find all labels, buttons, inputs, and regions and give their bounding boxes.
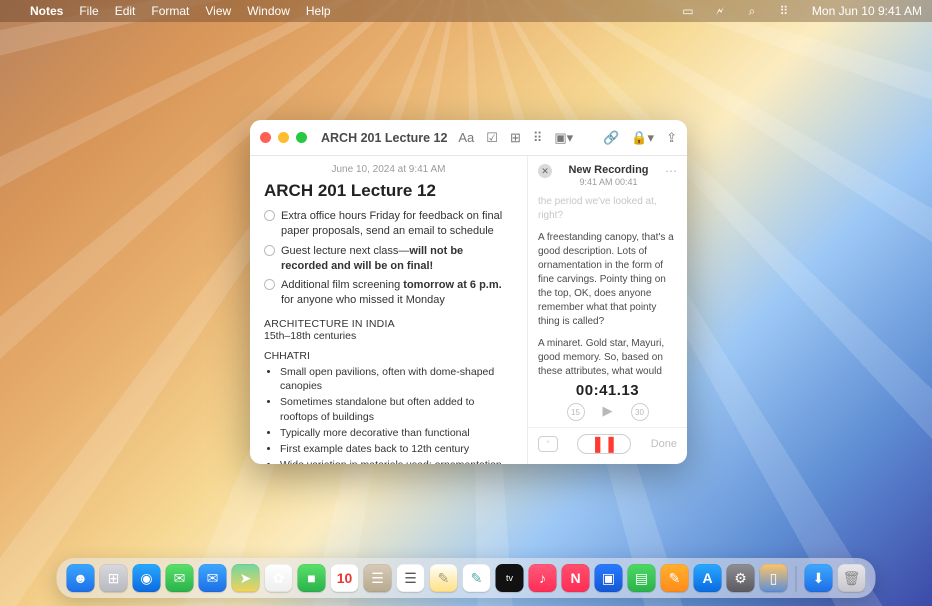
dock-trash[interactable]: 🗑 — [838, 564, 866, 592]
done-button[interactable]: Done — [651, 438, 677, 450]
window-close-button[interactable] — [260, 132, 271, 143]
control-center-icon[interactable]: ⠿ — [776, 4, 792, 18]
dock-downloads[interactable]: ⬇ — [805, 564, 833, 592]
checklist: Extra office hours Friday for feedback o… — [264, 209, 513, 308]
dock: ☻⊞◉✉✉➤✿■10☰☰✎✎tv♪N▣▤✎A⚙▯⬇🗑 — [57, 558, 876, 598]
checklist-item[interactable]: Extra office hours Friday for feedback o… — [264, 209, 513, 239]
share-button[interactable]: ⇪ — [666, 130, 677, 146]
menu-view[interactable]: View — [205, 4, 231, 18]
battery-icon[interactable]: ▭ — [680, 4, 696, 18]
dock-contacts[interactable]: ☰ — [364, 564, 392, 592]
toolbar: Aa ☑ ⊞ ⠿ ▣▾ 🔗 🔒▾ ⇪ — [458, 130, 677, 146]
list-item: Typically more decorative than functiona… — [280, 426, 513, 440]
menubar: Notes File Edit Format View Window Help … — [0, 0, 932, 22]
dock-freeform[interactable]: ✎ — [463, 564, 491, 592]
dock-music[interactable]: ♪ — [529, 564, 557, 592]
checklist-button[interactable]: ☑ — [486, 130, 498, 146]
section-heading: ARCHITECTURE IN INDIA — [264, 318, 513, 330]
pause-recording-button[interactable]: ❚❚ — [577, 434, 631, 454]
dock-photos[interactable]: ✿ — [265, 564, 293, 592]
dock-mail[interactable]: ✉ — [199, 564, 227, 592]
list-item: Small open pavilions, often with dome-sh… — [280, 365, 513, 393]
close-panel-button[interactable]: ✕ — [538, 164, 552, 178]
transcript-line: the period we've looked at, right? — [538, 195, 677, 223]
recording-title: New Recording — [558, 164, 659, 176]
list-item: First example dates back to 12th century — [280, 442, 513, 456]
window-zoom-button[interactable] — [296, 132, 307, 143]
play-button[interactable]: ▶ — [603, 403, 613, 421]
transcript-quote-button[interactable]: “ — [538, 436, 558, 452]
dock-notes[interactable]: ✎ — [430, 564, 458, 592]
dock-finder[interactable]: ☻ — [67, 564, 95, 592]
format-text-button[interactable]: Aa — [458, 130, 474, 146]
dock-messages[interactable]: ✉ — [166, 564, 194, 592]
more-options-button[interactable]: ⋯ — [665, 164, 677, 178]
checklist-item[interactable]: Guest lecture next class—will not be rec… — [264, 244, 513, 274]
menu-edit[interactable]: Edit — [115, 4, 136, 18]
dock-news[interactable]: N — [562, 564, 590, 592]
window-minimize-button[interactable] — [278, 132, 289, 143]
dock-launchpad[interactable]: ⊞ — [100, 564, 128, 592]
transcript: the period we've looked at, right? A fre… — [528, 191, 687, 378]
list-item: Sometimes standalone but often added to … — [280, 395, 513, 423]
spotlight-icon[interactable]: ⌕ — [744, 4, 760, 19]
audio-button[interactable]: ⠿ — [533, 130, 543, 146]
list-item: Wide variation in materials used; orname… — [280, 458, 513, 464]
bullet-list: Small open pavilions, often with dome-sh… — [264, 365, 513, 464]
table-button[interactable]: ⊞ — [510, 130, 521, 146]
dock-tv[interactable]: tv — [496, 564, 524, 592]
menu-format[interactable]: Format — [151, 4, 189, 18]
note-heading: ARCH 201 Lecture 12 — [264, 181, 513, 201]
note-body[interactable]: June 10, 2024 at 9:41 AM ARCH 201 Lectur… — [250, 156, 527, 464]
dock-maps[interactable]: ➤ — [232, 564, 260, 592]
section-subtitle: 15th–18th centuries — [264, 330, 513, 342]
checkbox-icon[interactable] — [264, 245, 275, 256]
titlebar: ARCH 201 Lecture 12 Aa ☑ ⊞ ⠿ ▣▾ 🔗 🔒▾ ⇪ — [250, 120, 687, 156]
menu-help[interactable]: Help — [306, 4, 331, 18]
dock-safari[interactable]: ◉ — [133, 564, 161, 592]
dock-separator — [796, 566, 797, 592]
wifi-icon[interactable]: 🗲 — [712, 4, 728, 19]
notes-window: ARCH 201 Lecture 12 Aa ☑ ⊞ ⠿ ▣▾ 🔗 🔒▾ ⇪ J… — [250, 120, 687, 464]
note-date: June 10, 2024 at 9:41 AM — [264, 164, 513, 175]
skip-back-button[interactable]: 15 — [567, 403, 585, 421]
subsection-heading: CHHATRI — [264, 350, 513, 362]
recording-timer: 00:41.13 — [528, 378, 687, 403]
lock-button[interactable]: 🔒▾ — [631, 130, 654, 146]
media-button[interactable]: ▣▾ — [554, 130, 573, 146]
dock-calendar[interactable]: 10 — [331, 564, 359, 592]
link-button[interactable]: 🔗 — [603, 130, 619, 146]
skip-forward-button[interactable]: 30 — [631, 403, 649, 421]
dock-appstore[interactable]: A — [694, 564, 722, 592]
recording-panel: ✕ New Recording 9:41 AM 00:41 ⋯ the peri… — [527, 156, 687, 464]
dock-pages[interactable]: ✎ — [661, 564, 689, 592]
dock-keynote[interactable]: ▣ — [595, 564, 623, 592]
menu-window[interactable]: Window — [247, 4, 290, 18]
menu-file[interactable]: File — [79, 4, 98, 18]
menubar-clock[interactable]: Mon Jun 10 9:41 AM — [812, 4, 922, 18]
recording-subtitle: 9:41 AM 00:41 — [558, 177, 659, 187]
menu-app-name[interactable]: Notes — [30, 4, 63, 18]
checklist-item[interactable]: Additional film screening tomorrow at 6 … — [264, 278, 513, 308]
transcript-line: A minaret. Gold star, Mayuri, good memor… — [538, 337, 677, 378]
checkbox-icon[interactable] — [264, 210, 275, 221]
dock-settings[interactable]: ⚙ — [727, 564, 755, 592]
transcript-line: A freestanding canopy, that's a good des… — [538, 231, 677, 329]
dock-numbers[interactable]: ▤ — [628, 564, 656, 592]
dock-reminders[interactable]: ☰ — [397, 564, 425, 592]
window-title: ARCH 201 Lecture 12 — [321, 131, 447, 145]
dock-facetime[interactable]: ■ — [298, 564, 326, 592]
dock-iphone[interactable]: ▯ — [760, 564, 788, 592]
checkbox-icon[interactable] — [264, 279, 275, 290]
